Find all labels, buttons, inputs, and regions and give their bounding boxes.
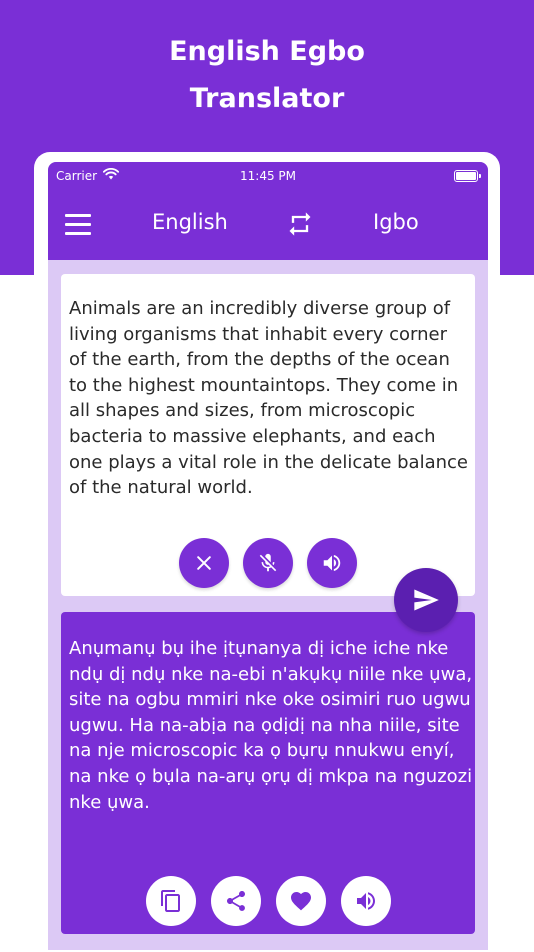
promo-title-line-2: Translator	[189, 83, 345, 114]
close-icon	[197, 556, 211, 570]
share-icon	[227, 891, 245, 911]
swap-icon[interactable]	[286, 210, 314, 238]
favorite-button[interactable]	[276, 876, 326, 926]
promo-title: English Egbo Translator	[0, 28, 534, 122]
app-bar: English Igbo	[48, 190, 488, 260]
speaker-icon	[323, 554, 341, 572]
input-card: Animals are an incredibly diverse group …	[61, 274, 475, 596]
share-button[interactable]	[211, 876, 261, 926]
status-time: 11:45 PM	[240, 169, 296, 183]
app-screen: Carrier 11:45 PM English Igbo Animals ar…	[48, 162, 488, 950]
source-language-button[interactable]: English	[152, 210, 228, 234]
output-card: Anụmanụ bụ ihe ịtụnanya dị iche iche nke…	[61, 612, 475, 934]
menu-icon[interactable]	[65, 214, 91, 235]
output-speaker-button[interactable]	[341, 876, 391, 926]
output-text-area: Anụmanụ bụ ihe ịtụnanya dị iche iche nke…	[69, 638, 473, 813]
promo-title-line-1: English Egbo	[169, 36, 365, 67]
speaker-icon	[357, 892, 375, 910]
mic-button[interactable]	[243, 538, 293, 588]
heart-icon	[291, 892, 311, 911]
copy-button[interactable]	[146, 876, 196, 926]
status-bar: Carrier 11:45 PM	[48, 162, 488, 190]
clear-button[interactable]	[179, 538, 229, 588]
input-text-area[interactable]: Animals are an incredibly diverse group …	[69, 296, 469, 501]
mic-off-icon	[259, 553, 277, 572]
target-language-button[interactable]: Igbo	[373, 210, 419, 234]
translate-send-button[interactable]	[394, 568, 458, 632]
send-icon	[414, 589, 439, 611]
input-speaker-button[interactable]	[307, 538, 357, 588]
copy-icon	[161, 890, 180, 912]
battery-icon	[454, 170, 481, 182]
